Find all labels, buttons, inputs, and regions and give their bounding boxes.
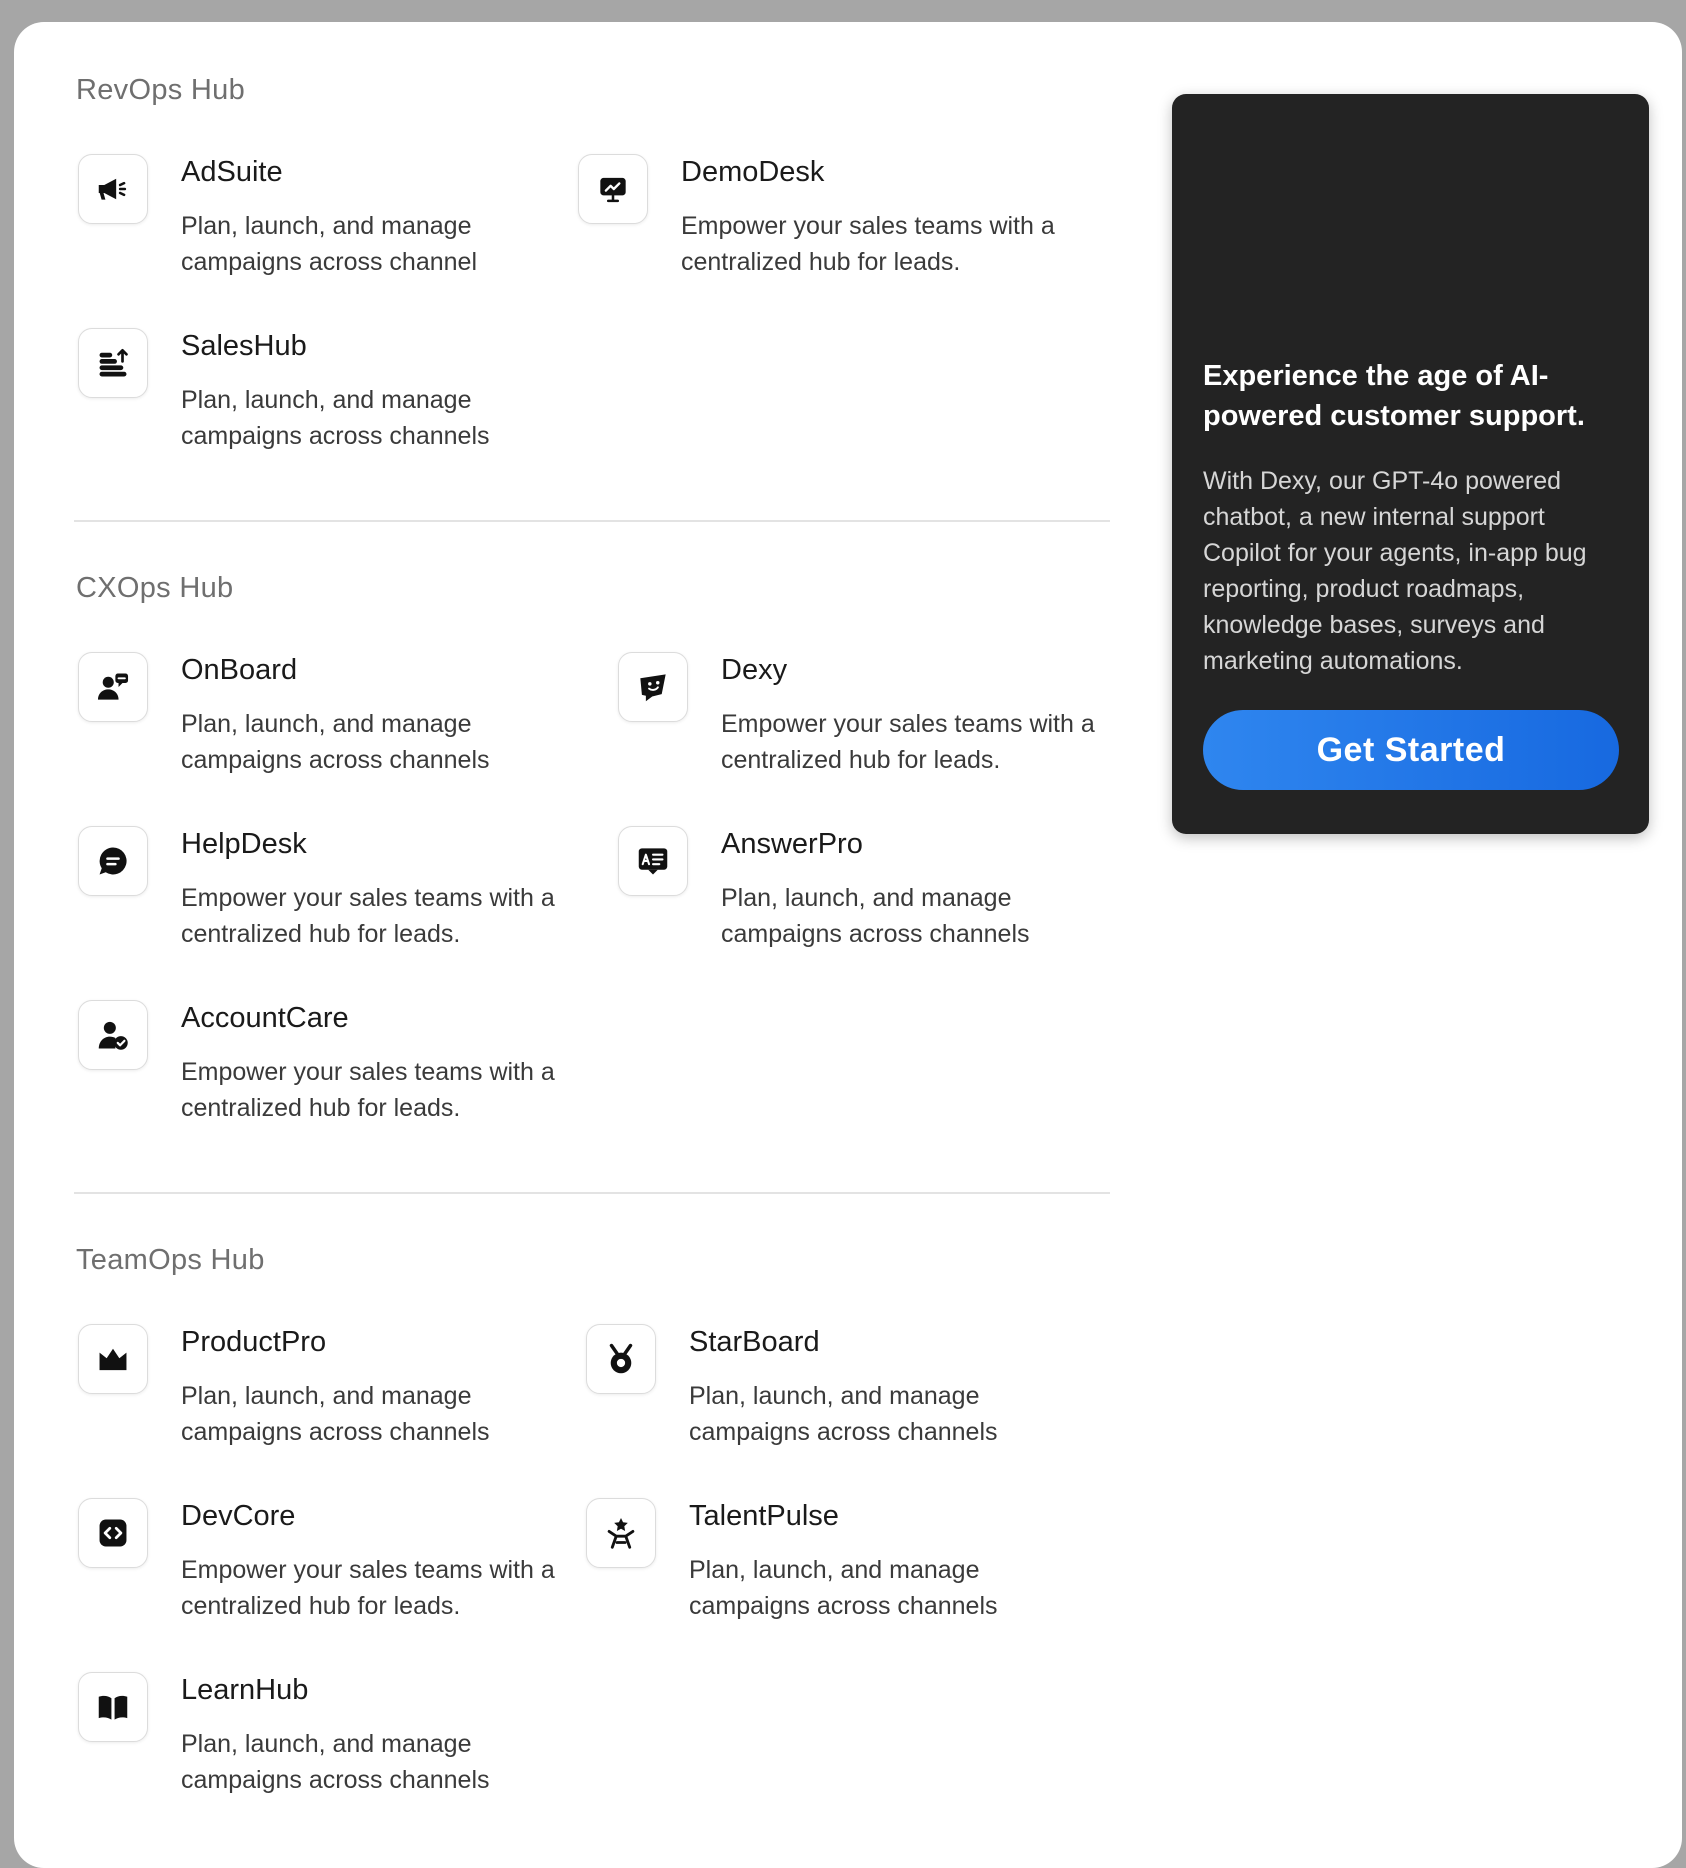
item-title: SalesHub: [181, 330, 307, 362]
menu-item-learnhub[interactable]: LearnHub Plan, launch, and manage campai…: [78, 1672, 518, 1812]
promo-body: With Dexy, our GPT-4o powered chatbot, a…: [1203, 467, 1587, 675]
code-icon: [78, 1498, 148, 1568]
item-title: DevCore: [181, 1500, 296, 1532]
item-description: Empower your sales teams with a centrali…: [181, 1556, 555, 1620]
section-divider: [74, 1192, 1110, 1194]
menu-item-demodesk[interactable]: DemoDesk Empower your sales teams with a…: [578, 154, 1055, 294]
item-description: Plan, launch, and manage campaigns acros…: [181, 1730, 490, 1794]
item-title: TalentPulse: [689, 1500, 839, 1532]
item-title: DemoDesk: [681, 156, 825, 188]
menu-item-adsuite[interactable]: AdSuite Plan, launch, and manage campaig…: [78, 154, 518, 294]
section-label-teamops: TeamOps Hub: [76, 1244, 265, 1276]
item-title: AccountCare: [181, 1002, 349, 1034]
item-title: AnswerPro: [721, 828, 863, 860]
crown-icon: [78, 1324, 148, 1394]
item-description: Plan, launch, and manage campaigns acros…: [181, 212, 477, 276]
menu-item-productpro[interactable]: ProductPro Plan, launch, and manage camp…: [78, 1324, 518, 1464]
open-book-icon: [78, 1672, 148, 1742]
item-title: HelpDesk: [181, 828, 307, 860]
section-label-cxops: CXOps Hub: [76, 572, 234, 604]
item-description: Plan, launch, and manage campaigns acros…: [181, 386, 490, 450]
menu-item-answerpro[interactable]: AnswerPro Plan, launch, and manage campa…: [618, 826, 1058, 966]
menu-item-accountcare[interactable]: AccountCare Empower your sales teams wit…: [78, 1000, 555, 1140]
item-description: Plan, launch, and manage campaigns acros…: [181, 1382, 490, 1446]
happy-chat-icon: [618, 652, 688, 722]
item-description: Plan, launch, and manage campaigns acros…: [181, 710, 490, 774]
medal-icon: [586, 1324, 656, 1394]
message-bubble-icon: [78, 826, 148, 896]
item-description: Plan, launch, and manage campaigns acros…: [689, 1556, 998, 1620]
item-title: Dexy: [721, 654, 788, 686]
item-title: ProductPro: [181, 1326, 327, 1358]
item-title: StarBoard: [689, 1326, 820, 1358]
megaphone-icon: [78, 154, 148, 224]
menu-item-talentpulse[interactable]: TalentPulse Plan, launch, and manage cam…: [586, 1498, 1026, 1638]
menu-item-dexy[interactable]: Dexy Empower your sales teams with a cen…: [618, 652, 1095, 792]
presentation-chart-icon: [578, 154, 648, 224]
stacked-coins-icon: [78, 328, 148, 398]
section-label-revops: RevOps Hub: [76, 74, 246, 106]
get-started-button[interactable]: Get Started: [1203, 710, 1619, 790]
item-description: Empower your sales teams with a centrali…: [721, 710, 1095, 774]
star-person-icon: [586, 1498, 656, 1568]
item-title: LearnHub: [181, 1674, 309, 1706]
item-description: Empower your sales teams with a centrali…: [181, 884, 555, 948]
item-description: Plan, launch, and manage campaigns acros…: [721, 884, 1030, 948]
item-title: AdSuite: [181, 156, 283, 188]
menu-item-helpdesk[interactable]: HelpDesk Empower your sales teams with a…: [78, 826, 555, 966]
promo-heading: Experience the age of AI-powered custome…: [1203, 360, 1585, 432]
menu-item-starboard[interactable]: StarBoard Plan, launch, and manage campa…: [586, 1324, 1026, 1464]
item-description: Empower your sales teams with a centrali…: [681, 212, 1055, 276]
menu-item-devcore[interactable]: DevCore Empower your sales teams with a …: [78, 1498, 555, 1638]
menu-item-onboard[interactable]: OnBoard Plan, launch, and manage campaig…: [78, 652, 518, 792]
user-chat-icon: [78, 652, 148, 722]
section-divider: [74, 520, 1110, 522]
promo-card: Experience the age of AI-powered custome…: [1172, 94, 1649, 834]
answer-card-icon: [618, 826, 688, 896]
menu-item-saleshub[interactable]: SalesHub Plan, launch, and manage campai…: [78, 328, 518, 468]
item-description: Plan, launch, and manage campaigns acros…: [689, 1382, 998, 1446]
user-check-icon: [78, 1000, 148, 1070]
item-description: Empower your sales teams with a centrali…: [181, 1058, 555, 1122]
item-title: OnBoard: [181, 654, 298, 686]
mega-menu-panel: RevOps Hub AdSuite Plan, launch, and man…: [14, 22, 1682, 1868]
